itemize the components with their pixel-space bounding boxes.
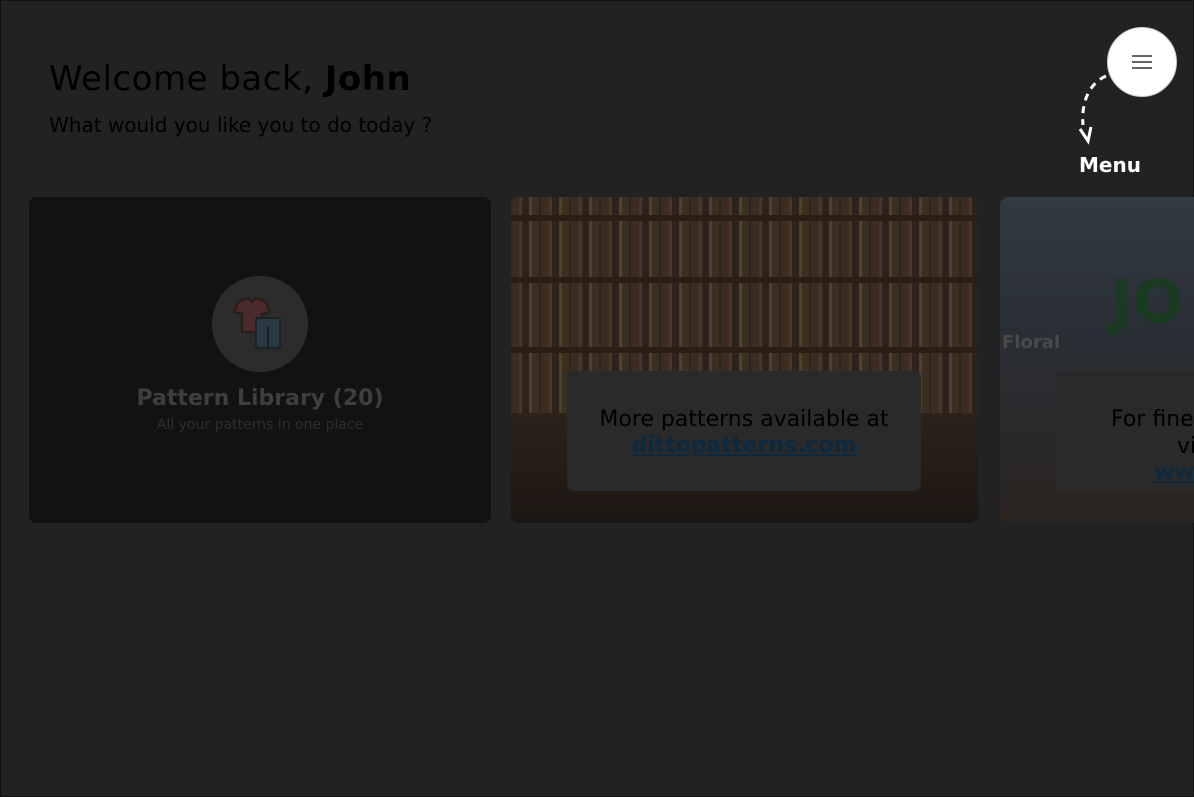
clothes-icon (212, 276, 308, 372)
user-name: John (324, 59, 412, 99)
fabric-store-card[interactable]: More patterns available at dittopatterns… (511, 197, 978, 523)
exterior-line-1: For fine (1111, 407, 1194, 432)
store-sign-text: Floral (1002, 332, 1061, 353)
store-exterior-card[interactable]: JO Floral For fine vi www (1000, 197, 1194, 523)
shelf-divider (511, 277, 978, 283)
page-subtitle: What would you like you to do today ? (49, 113, 433, 137)
dimmed-content: Welcome back, John What would you like y… (1, 1, 1194, 796)
menu-button[interactable] (1107, 27, 1177, 97)
app-frame: Welcome back, John What would you like y… (0, 0, 1194, 797)
dashed-arrow-icon (1078, 74, 1107, 145)
store-logo-text: JO (1110, 267, 1184, 337)
exterior-line-2: vi (1177, 434, 1194, 459)
pattern-library-card[interactable]: Pattern Library (20) All your patterns i… (29, 197, 491, 523)
exterior-info-text: For fine vi (1111, 406, 1194, 460)
ditto-link[interactable]: dittopatterns.com (567, 433, 921, 458)
hamburger-icon (1132, 55, 1152, 69)
menu-label: Menu (1079, 153, 1141, 177)
page-title: Welcome back, John (49, 59, 411, 99)
welcome-prefix: Welcome back, (49, 59, 314, 99)
exterior-link[interactable]: www (1111, 460, 1194, 485)
pattern-library-subtitle: All your patterns in one place (156, 417, 364, 433)
store-info-text: More patterns available at (599, 407, 889, 432)
exterior-info-box: For fine vi www (1056, 371, 1194, 491)
shelf-divider (511, 215, 978, 221)
pattern-library-title: Pattern Library (20) (136, 386, 384, 411)
shelf-divider (511, 347, 978, 353)
store-info-box: More patterns available at dittopatterns… (567, 371, 921, 491)
